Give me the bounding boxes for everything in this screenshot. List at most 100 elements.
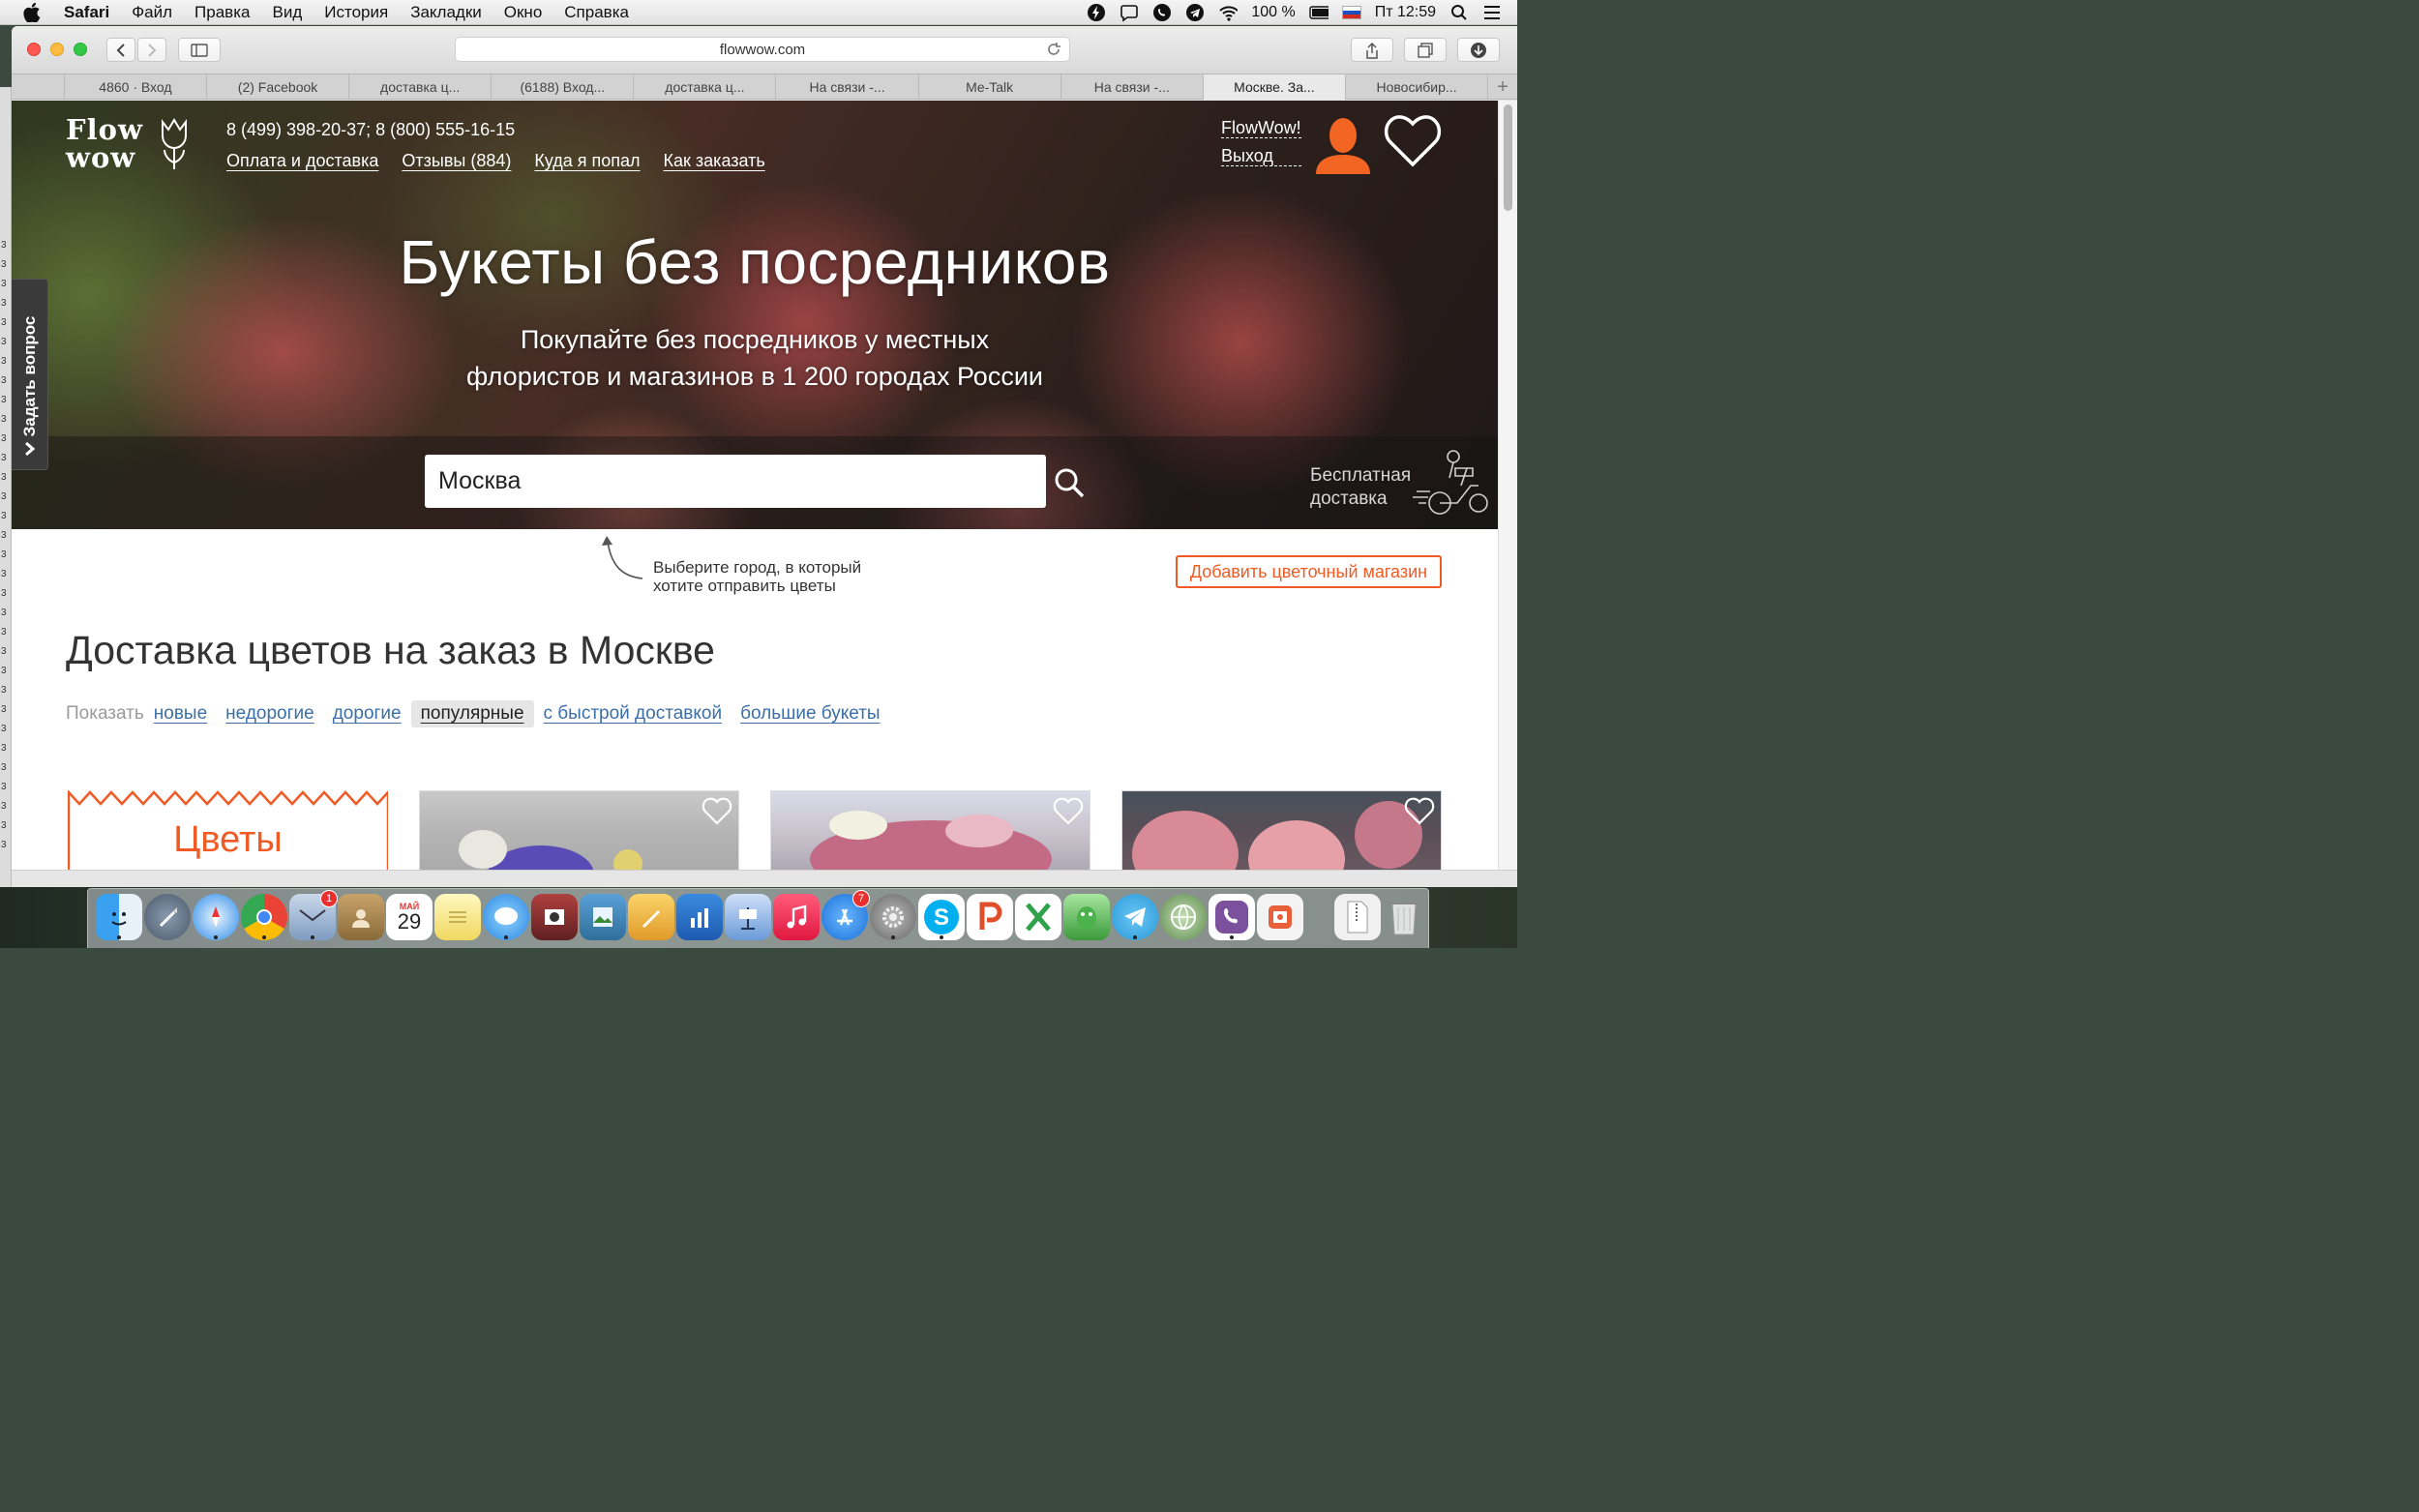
back-button[interactable] <box>106 38 135 62</box>
telegram-icon[interactable] <box>1112 894 1158 940</box>
user-avatar-icon[interactable] <box>1314 116 1372 176</box>
finder-icon[interactable] <box>96 894 142 940</box>
chrome-icon[interactable] <box>241 894 287 940</box>
filter-expensive[interactable]: дорогие <box>333 703 402 725</box>
bouquet-rose-image <box>1248 820 1345 870</box>
show-tabs-button[interactable] <box>1404 38 1447 62</box>
menu-app-name[interactable]: Safari <box>64 3 109 22</box>
numbers-icon[interactable] <box>676 894 723 940</box>
favorite-heart-icon[interactable] <box>1404 797 1435 826</box>
iphoto-icon[interactable] <box>580 894 626 940</box>
flowers-promo-card[interactable]: Цветы <box>68 790 388 870</box>
nav-about[interactable]: Куда я попал <box>534 151 640 171</box>
menu-file[interactable]: Файл <box>132 3 172 22</box>
notes-icon[interactable] <box>434 894 481 940</box>
skype-icon[interactable]: S <box>918 894 965 940</box>
add-flower-shop-button[interactable]: Добавить цветочный магазин <box>1176 555 1442 588</box>
menu-bookmarks[interactable]: Закладки <box>410 3 482 22</box>
photo-booth-icon[interactable] <box>531 894 578 940</box>
downloads-button[interactable] <box>1457 38 1500 62</box>
tab[interactable]: доставка ц... <box>634 74 777 100</box>
ask-question-tab[interactable]: Задать вопрос <box>12 279 48 470</box>
product-card[interactable] <box>419 790 739 870</box>
filter-big-bouquets[interactable]: большие букеты <box>740 703 881 725</box>
scrollbar-thumb[interactable] <box>1504 104 1512 211</box>
pages-icon[interactable] <box>628 894 674 940</box>
city-search-input[interactable] <box>425 455 1046 508</box>
address-bar[interactable]: flowwow.com <box>455 37 1070 62</box>
input-language-flag-icon[interactable] <box>1341 6 1361 19</box>
menu-edit[interactable]: Правка <box>194 3 250 22</box>
profile-link[interactable]: FlowWow! <box>1221 118 1301 138</box>
mail-icon[interactable]: 1 <box>289 890 338 940</box>
bolt-icon[interactable] <box>1087 3 1106 22</box>
nav-how-to-order[interactable]: Как заказать <box>664 151 765 171</box>
share-button[interactable] <box>1351 38 1393 62</box>
tab[interactable]: 4860 · Вход <box>65 74 207 100</box>
safari-icon[interactable] <box>193 894 239 940</box>
notification-center-icon[interactable] <box>1482 3 1502 22</box>
messages-icon[interactable] <box>483 894 529 940</box>
contacts-icon[interactable] <box>338 894 384 940</box>
excel-icon[interactable] <box>1015 894 1061 940</box>
system-preferences-icon[interactable] <box>870 894 916 940</box>
launchpad-icon[interactable] <box>144 894 191 940</box>
menubar-clock[interactable]: Пт 12:59 <box>1375 4 1436 21</box>
app-store-icon[interactable]: 7 <box>821 890 870 940</box>
menu-window[interactable]: Окно <box>504 3 543 22</box>
viber-icon[interactable] <box>1209 894 1255 940</box>
tab[interactable]: Новосибир... <box>1346 74 1489 100</box>
product-card[interactable] <box>1121 790 1442 870</box>
favorite-heart-icon[interactable] <box>1053 797 1084 826</box>
tab[interactable]: (2) Facebook <box>207 74 350 100</box>
nav-payment-delivery[interactable]: Оплата и доставка <box>226 151 378 171</box>
sidebar-toggle-button[interactable] <box>178 38 221 62</box>
itunes-icon[interactable] <box>773 894 820 940</box>
globe-app-icon[interactable] <box>1160 894 1207 940</box>
vertical-scrollbar[interactable] <box>1498 101 1517 870</box>
bouquet-daisies-image <box>829 811 887 840</box>
strip-char: 3 <box>1 375 7 386</box>
filter-fast-delivery[interactable]: с быстрой доставкой <box>544 703 723 725</box>
tab-active[interactable]: Москве. За... <box>1203 74 1346 100</box>
nav-reviews[interactable]: Отзывы (884) <box>402 151 511 171</box>
wifi-icon[interactable] <box>1218 3 1239 22</box>
keynote-icon[interactable] <box>725 894 771 940</box>
window-fullscreen-button[interactable] <box>74 43 87 56</box>
tab[interactable]: Me-Talk <box>919 74 1061 100</box>
window-close-button[interactable] <box>27 43 41 56</box>
zip-archive-icon[interactable] <box>1334 894 1381 940</box>
tab[interactable]: (6188) Вход... <box>492 74 635 100</box>
window-minimize-button[interactable] <box>50 43 64 56</box>
flowwow-logo[interactable]: Flow wow <box>66 116 143 172</box>
menu-view[interactable]: Вид <box>272 3 302 22</box>
powerpoint-icon[interactable] <box>967 894 1013 940</box>
filter-cheap[interactable]: недорогие <box>225 703 314 725</box>
calendar-icon[interactable]: МАЙ 29 <box>386 894 433 940</box>
favorite-heart-icon[interactable] <box>702 797 732 826</box>
telegram-status-icon[interactable] <box>1185 3 1205 22</box>
menu-help[interactable]: Справка <box>564 3 629 22</box>
filter-popular[interactable]: популярные <box>410 700 534 727</box>
screenshot-app-icon[interactable] <box>1257 894 1303 940</box>
tab[interactable]: доставка ц... <box>349 74 493 100</box>
adium-icon[interactable] <box>1063 894 1110 940</box>
tab[interactable]: На связи -... <box>1061 74 1204 100</box>
viber-status-icon[interactable] <box>1152 3 1172 22</box>
apple-icon[interactable] <box>23 2 46 22</box>
running-indicator <box>1133 935 1137 939</box>
tab[interactable]: На связи -... <box>776 74 919 100</box>
forward-button[interactable] <box>137 38 166 62</box>
trash-icon[interactable] <box>1381 894 1427 940</box>
menu-history[interactable]: История <box>324 3 388 22</box>
filter-new[interactable]: новые <box>154 703 207 725</box>
battery-icon[interactable] <box>1308 3 1329 22</box>
chat-bubble-icon[interactable] <box>1120 3 1139 22</box>
logout-link[interactable]: Выход <box>1221 146 1301 166</box>
chevron-right-icon <box>148 43 157 57</box>
new-tab-button[interactable]: + <box>1488 74 1517 100</box>
product-card[interactable] <box>770 790 1090 870</box>
spotlight-search-icon[interactable] <box>1449 3 1469 22</box>
city-search-button[interactable] <box>1053 466 1086 499</box>
favorites-heart-icon[interactable] <box>1384 114 1442 168</box>
